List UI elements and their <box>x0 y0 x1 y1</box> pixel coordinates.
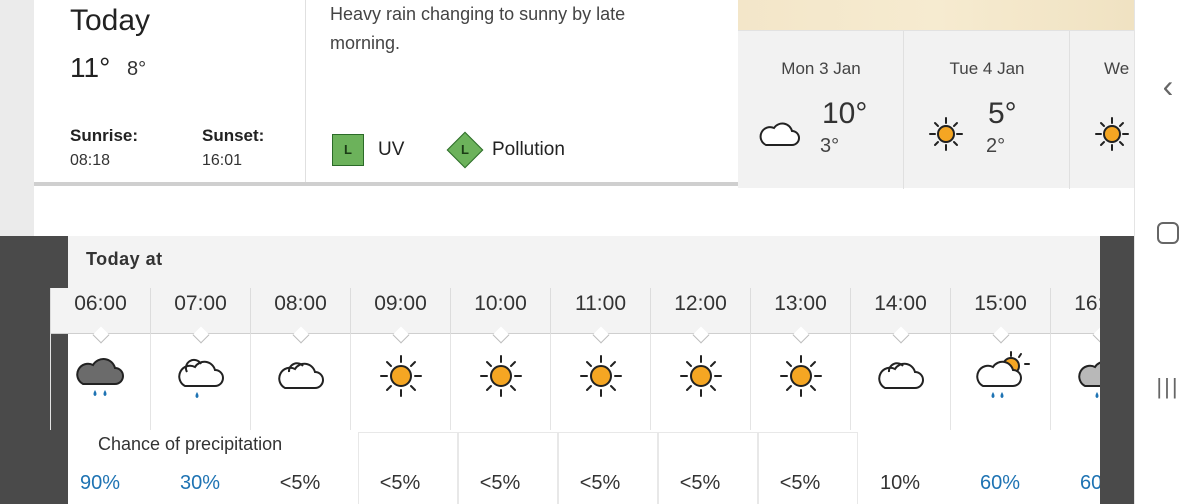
sunrise-label: Sunrise: <box>70 126 139 145</box>
hour-icon-cell <box>850 334 950 430</box>
precip-value: <5% <box>279 472 321 494</box>
sunrise-time: 08:18 <box>70 152 111 169</box>
precip-value: 10% <box>879 472 921 494</box>
today-title: Today <box>70 4 151 37</box>
precip-value: <5% <box>779 472 821 494</box>
day-high-temp: 10° <box>822 97 868 130</box>
hour-icon-cell <box>750 334 850 430</box>
pollution-label: Pollution <box>492 139 565 160</box>
hour-time-3[interactable]: 09:00 <box>350 288 450 344</box>
precip-value: <5% <box>579 472 621 494</box>
hour-time-label: 08:00 <box>274 292 327 315</box>
sunset-time: 16:01 <box>202 152 243 169</box>
hour-icon-cell <box>350 334 450 430</box>
sun-icon <box>580 355 622 397</box>
pollution-badge: L <box>446 131 484 169</box>
hour-time-4[interactable]: 10:00 <box>450 288 550 344</box>
daily-forecast: Mon 3 Jan 10° 3° Tue 4 Jan 5° 2° We <box>738 30 1134 189</box>
hour-icon-cell <box>50 334 150 430</box>
hourly-forecast[interactable]: Today at 06:00 07:00 08:00 09:00 10:00 11:00 1… <box>50 236 1130 504</box>
hour-time-1[interactable]: 07:00 <box>150 288 250 344</box>
day-high-temp: 5° <box>988 97 1017 130</box>
day-name: We <box>1104 59 1130 78</box>
hour-time-0[interactable]: 06:00 <box>50 288 150 344</box>
sunny-shower-icon <box>976 351 1030 398</box>
cloud-icon <box>278 362 324 389</box>
precip-value: <5% <box>479 472 521 494</box>
recents-icon[interactable]: ||| <box>1135 374 1200 400</box>
hour-time-label: 07:00 <box>174 292 227 315</box>
hour-time-label: 14:00 <box>874 292 927 315</box>
system-nav-bar: ‹ ||| <box>1134 0 1200 504</box>
pollution-badge-text: L <box>461 142 469 157</box>
hour-time-label: 15:00 <box>974 292 1027 315</box>
hour-icon-cell <box>550 334 650 430</box>
left-gutter <box>0 0 68 504</box>
today-low-temp: 8° <box>127 58 147 80</box>
home-icon[interactable] <box>1135 222 1200 244</box>
day-card[interactable]: Mon 3 Jan 10° 3° <box>738 31 904 189</box>
precip-value: 30% <box>179 472 221 494</box>
scroll-shadow <box>1100 236 1134 504</box>
sun-icon <box>1095 117 1129 151</box>
hourly-header: Today at <box>68 236 1100 288</box>
day-name: Tue 4 Jan <box>949 59 1025 78</box>
day-name: Mon 3 Jan <box>781 59 861 78</box>
sun-icon <box>680 355 722 397</box>
hour-time-5[interactable]: 11:00 <box>550 288 650 344</box>
hour-time-label: 09:00 <box>374 292 427 315</box>
hour-time-6[interactable]: 12:00 <box>650 288 750 344</box>
hour-time-label: 13:00 <box>774 292 827 315</box>
cloud-icon <box>878 362 924 389</box>
today-card[interactable]: Today 11° 8° Sunrise: 08:18 Sunset: 16:0… <box>34 0 738 186</box>
hour-time-7[interactable]: 13:00 <box>750 288 850 344</box>
precip-heading: Chance of precipitation <box>98 434 283 454</box>
hour-time-label: 10:00 <box>474 292 527 315</box>
precip-value: <5% <box>679 472 721 494</box>
day-card[interactable]: Tue 4 Jan 5° 2° <box>904 31 1070 189</box>
hour-icon-cell <box>250 334 350 430</box>
back-icon[interactable]: ‹ <box>1135 68 1200 105</box>
sun-icon <box>380 355 422 397</box>
sun-icon <box>480 355 522 397</box>
sun-icon <box>780 355 822 397</box>
precip-value: 90% <box>79 472 121 494</box>
day-card[interactable]: We <box>1070 31 1134 189</box>
hour-icon-cell <box>150 334 250 430</box>
hour-time-label: 11:00 <box>575 292 626 315</box>
cloud-icon <box>759 122 800 146</box>
hour-time-2[interactable]: 08:00 <box>250 288 350 344</box>
day-low-temp: 2° <box>986 135 1006 157</box>
hour-icon-cell <box>450 334 550 430</box>
hour-icon-cell <box>650 334 750 430</box>
today-high-temp: 11° <box>70 52 111 83</box>
hour-time-label: 12:00 <box>674 292 727 315</box>
sky-banner <box>738 0 1134 30</box>
sunset-label: Sunset: <box>202 126 265 145</box>
uv-label: UV <box>378 139 405 160</box>
hourly-heading: Today at <box>86 249 163 269</box>
precip-value: 60% <box>979 472 1021 494</box>
hour-time-8[interactable]: 14:00 <box>850 288 950 344</box>
sun-icon <box>929 117 963 151</box>
today-description: Heavy rain changing to sunny by late mor… <box>330 4 626 53</box>
day-low-temp: 3° <box>820 135 840 157</box>
heavy-rain-icon <box>76 358 124 396</box>
hours-row: 06:00 07:00 08:00 09:00 10:00 11:00 12:00 13:00… <box>50 288 1130 344</box>
today-summary-panel: Today 11° 8° Sunrise: 08:18 Sunset: 16:0… <box>34 0 306 182</box>
uv-badge: L <box>332 134 364 166</box>
precip-value: <5% <box>379 472 421 494</box>
hour-icon-cell <box>950 334 1050 430</box>
light-rain-icon <box>178 358 224 398</box>
hour-time-label: 06:00 <box>74 292 127 315</box>
hour-time-9[interactable]: 15:00 <box>950 288 1050 344</box>
